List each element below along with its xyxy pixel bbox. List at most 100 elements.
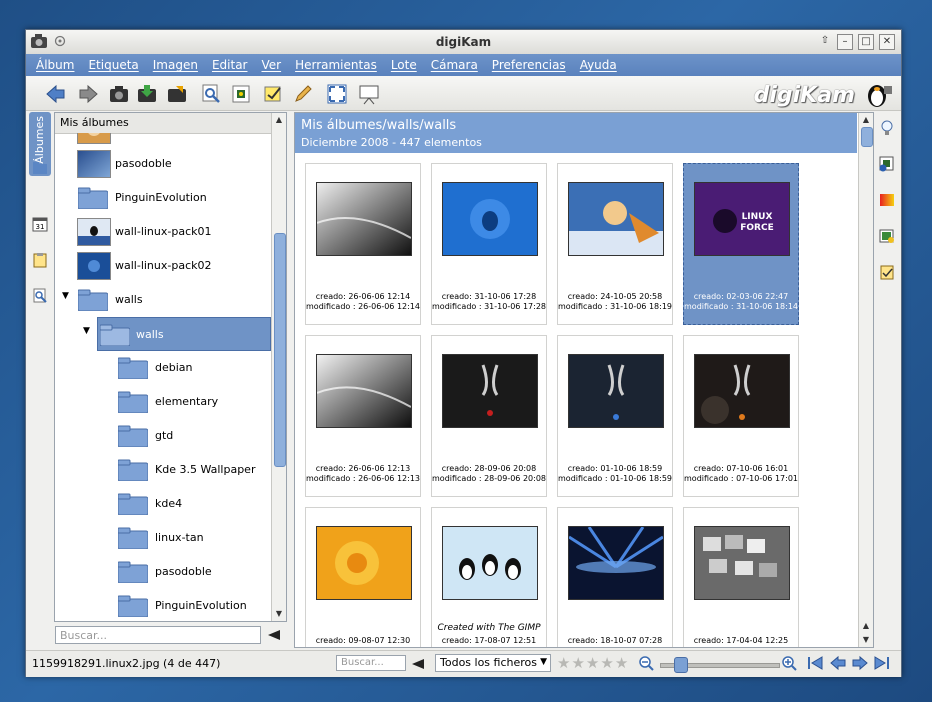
menu-herramientas[interactable]: Herramientas — [295, 58, 377, 72]
tree-row-wall-linux-pack02[interactable]: wall-linux-pack02 — [55, 249, 271, 283]
album-tree-scrollbar[interactable]: ▲ ▼ — [271, 113, 286, 621]
title-bar[interactable]: digiKam ⇧ – □ ✕ — [26, 30, 901, 54]
tree-row-pasodoble[interactable]: pasodoble — [55, 147, 271, 181]
preview-icon[interactable] — [200, 83, 222, 105]
maximize-button[interactable]: □ — [858, 34, 874, 50]
search-tab-icon[interactable] — [32, 288, 48, 304]
image-item[interactable]: creado: 07-10-06 16:01 modificado : 07-1… — [683, 335, 799, 497]
edit-image-icon[interactable] — [262, 83, 284, 105]
star-icon[interactable]: ★ — [615, 654, 628, 672]
expand-arrow-icon[interactable]: ▼ — [83, 326, 90, 336]
tree-row-debian[interactable]: debian — [55, 351, 271, 385]
zoom-slider-handle[interactable] — [674, 657, 688, 673]
delete-camera-icon[interactable] — [166, 83, 188, 105]
next-image-icon[interactable] — [851, 655, 869, 671]
image-item[interactable]: creado: 09-08-07 12:30 — [305, 507, 421, 647]
image-item[interactable]: creado: 26-06-06 12:14 modificado : 26-0… — [305, 163, 421, 325]
tree-row-kde4[interactable]: kde4 — [55, 487, 271, 521]
icon-view-scrollbar[interactable]: ▲ ▲ ▼ — [858, 113, 873, 647]
star-icon[interactable]: ★ — [600, 654, 613, 672]
created-date: creado: 28-09-06 20:08 — [441, 464, 537, 473]
image-item[interactable]: creado: 28-09-06 20:08 modificado : 28-0… — [431, 335, 547, 497]
tree-row-linux-tan-sub[interactable]: linux-tan — [55, 521, 271, 555]
left-sidebar-tabs: Álbumes 31 — [26, 112, 54, 652]
scroll-up-icon[interactable]: ▲ — [859, 113, 873, 127]
file-filter-select[interactable]: Todos los ficheros ▼ — [435, 654, 551, 672]
forward-arrow-icon[interactable] — [78, 83, 100, 105]
tree-row-linux-tan[interactable]: linux-tan — [55, 133, 271, 147]
zoom-out-icon[interactable] — [638, 655, 654, 671]
last-image-icon[interactable] — [873, 655, 891, 671]
status-search-input[interactable]: Buscar... — [336, 655, 406, 671]
minimize-button[interactable]: – — [837, 34, 853, 50]
scroll-down-icon[interactable]: ▼ — [859, 633, 873, 647]
tree-row-kde35[interactable]: Kde 3.5 Wallpaper — [55, 453, 271, 487]
star-icon[interactable]: ★ — [571, 654, 584, 672]
tree-row-walls[interactable]: ▼ walls — [55, 283, 271, 317]
geolocation-icon[interactable] — [879, 228, 895, 244]
scrollbar-thumb[interactable] — [274, 233, 286, 467]
image-item[interactable]: creado: 17-04-04 12:25 — [683, 507, 799, 647]
properties-icon[interactable] — [879, 156, 895, 172]
tree-row-pasodoble-sub[interactable]: pasodoble — [55, 555, 271, 589]
tags-icon[interactable] — [32, 252, 48, 268]
tree-row-elementary[interactable]: elementary — [55, 385, 271, 419]
star-icon[interactable]: ★ — [557, 654, 570, 672]
tree-row-pinguinevolution-sub[interactable]: PinguinEvolution — [55, 589, 271, 621]
album-tree-header[interactable]: Mis álbumes — [55, 113, 271, 134]
scroll-up-icon[interactable]: ▲ — [272, 113, 286, 127]
menu-etiqueta[interactable]: Etiqueta — [88, 58, 138, 72]
previous-image-icon[interactable] — [829, 655, 847, 671]
color-icon[interactable] — [879, 192, 895, 208]
fullscreen-icon[interactable] — [326, 83, 348, 105]
menu-lote[interactable]: Lote — [391, 58, 417, 72]
tags-edit-icon[interactable] — [879, 264, 895, 280]
scrollbar-thumb[interactable] — [861, 127, 873, 147]
pencil-icon[interactable] — [292, 83, 314, 105]
tree-row-walls-selected[interactable]: ▼ walls — [83, 317, 271, 351]
image-item[interactable]: creado: 26-06-06 12:13 modificado : 26-0… — [305, 335, 421, 497]
camera-import-icon[interactable] — [108, 83, 130, 105]
album-search-input[interactable]: Buscar... — [55, 626, 261, 644]
album-tree-header-label: Mis álbumes — [60, 116, 129, 129]
image-item[interactable]: creado: 18-10-07 07:28 — [557, 507, 673, 647]
tree-row-wall-linux-pack01[interactable]: wall-linux-pack01 — [55, 215, 271, 249]
rating-stars[interactable]: ★ ★ ★ ★ ★ — [557, 654, 628, 672]
image-item-selected[interactable]: LINUX FORCE creado: 02-03-06 22:47 modifi… — [683, 163, 799, 325]
image-item[interactable]: creado: 24-10-05 20:58 modificado : 31-1… — [557, 163, 673, 325]
folder-icon — [118, 425, 148, 447]
digikam-logo-text: digiKam — [753, 83, 855, 108]
zoom-in-icon[interactable] — [781, 655, 797, 671]
close-button[interactable]: ✕ — [879, 34, 895, 50]
menu-album[interactable]: Álbum — [36, 58, 74, 72]
svg-text:FORCE: FORCE — [740, 223, 773, 233]
expand-arrow-icon[interactable]: ▼ — [62, 291, 69, 301]
menu-ver[interactable]: Ver — [261, 58, 281, 72]
albums-folder-icon[interactable] — [32, 160, 48, 176]
download-camera-icon[interactable] — [136, 83, 158, 105]
image-item[interactable]: creado: 01-10-06 18:59 modificado : 01-1… — [557, 335, 673, 497]
image-item[interactable]: Created with The GIMP creado: 17-08-07 1… — [431, 507, 547, 647]
first-image-icon[interactable] — [806, 655, 824, 671]
tree-row-pinguinevolution[interactable]: PinguinEvolution — [55, 181, 271, 215]
menu-ayuda[interactable]: Ayuda — [580, 58, 617, 72]
lightbulb-icon[interactable] — [879, 120, 895, 136]
tree-row-gtd[interactable]: gtd — [55, 419, 271, 453]
shade-button[interactable]: ⇧ — [818, 34, 832, 48]
calendar-icon[interactable]: 31 — [32, 216, 48, 232]
slideshow-icon[interactable] — [358, 83, 380, 105]
star-icon[interactable]: ★ — [586, 654, 599, 672]
image-item[interactable]: creado: 31-10-06 17:28 modificado : 31-1… — [431, 163, 547, 325]
menu-imagen[interactable]: Imagen — [153, 58, 198, 72]
menu-editar[interactable]: Editar — [212, 58, 248, 72]
clear-search-icon[interactable] — [412, 659, 424, 669]
menu-camara[interactable]: Cámara — [431, 58, 478, 72]
clear-search-icon[interactable] — [268, 630, 280, 640]
folder-icon — [78, 289, 108, 311]
album-thumbnail — [77, 218, 111, 246]
menu-preferencias[interactable]: Preferencias — [492, 58, 566, 72]
scroll-up-icon[interactable]: ▲ — [859, 619, 873, 633]
back-arrow-icon[interactable] — [44, 83, 66, 105]
scroll-down-icon[interactable]: ▼ — [272, 607, 286, 621]
image-view-icon[interactable] — [230, 83, 252, 105]
